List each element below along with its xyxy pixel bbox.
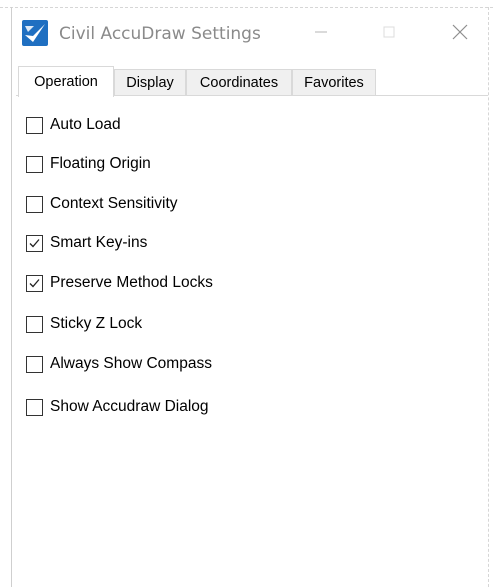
option-label: Always Show Compass <box>50 355 212 372</box>
option-show-accudraw-dialog[interactable]: Show Accudraw Dialog <box>26 395 326 419</box>
context-sensitivity-checkbox[interactable] <box>26 195 43 213</box>
option-label: Preserve Method Locks <box>50 274 213 291</box>
close-button[interactable] <box>437 14 483 54</box>
check-icon <box>29 238 40 247</box>
option-label: Auto Load <box>50 116 121 133</box>
window-left-edge <box>11 7 12 587</box>
auto-load-checkbox[interactable] <box>26 116 43 134</box>
preserve-method-locks-checkbox[interactable] <box>26 274 43 292</box>
option-label: Floating Origin <box>50 155 151 172</box>
floating-origin-checkbox[interactable] <box>26 155 43 173</box>
window-right-edge <box>488 7 489 587</box>
settings-window: Civil AccuDraw Settings Operation Displa… <box>0 0 493 587</box>
check-icon <box>29 278 40 287</box>
close-icon <box>451 23 469 46</box>
minimize-icon <box>313 24 329 45</box>
option-auto-load[interactable]: Auto Load <box>26 113 326 137</box>
smart-key-ins-checkbox[interactable] <box>26 234 43 252</box>
option-label: Context Sensitivity <box>50 195 178 212</box>
option-floating-origin[interactable]: Floating Origin <box>26 152 326 176</box>
tab-favorites[interactable]: Favorites <box>292 69 376 95</box>
tab-display[interactable]: Display <box>114 69 186 95</box>
civil-accudraw-app-icon <box>22 20 48 46</box>
option-smart-key-ins[interactable]: Smart Key-ins <box>26 231 326 255</box>
title-bar[interactable]: Civil AccuDraw Settings <box>12 8 488 60</box>
option-sticky-z-lock[interactable]: Sticky Z Lock <box>26 312 326 336</box>
tab-operation[interactable]: Operation <box>18 66 114 97</box>
option-label: Show Accudraw Dialog <box>50 398 209 415</box>
minimize-button[interactable] <box>298 14 344 54</box>
maximize-icon <box>381 24 397 45</box>
option-label: Smart Key-ins <box>50 234 148 251</box>
settings-tabs: Operation Display Coordinates Favorites <box>16 66 488 97</box>
option-preserve-method-locks[interactable]: Preserve Method Locks <box>26 271 326 295</box>
option-context-sensitivity[interactable]: Context Sensitivity <box>26 192 326 216</box>
show-accudraw-dialog-checkbox[interactable] <box>26 398 43 416</box>
option-label: Sticky Z Lock <box>50 315 143 332</box>
sticky-z-lock-checkbox[interactable] <box>26 315 43 333</box>
option-always-show-compass[interactable]: Always Show Compass <box>26 352 326 376</box>
window-title: Civil AccuDraw Settings <box>59 24 261 44</box>
maximize-button[interactable] <box>366 14 412 54</box>
tab-coordinates[interactable]: Coordinates <box>186 69 292 95</box>
always-show-compass-checkbox[interactable] <box>26 355 43 373</box>
